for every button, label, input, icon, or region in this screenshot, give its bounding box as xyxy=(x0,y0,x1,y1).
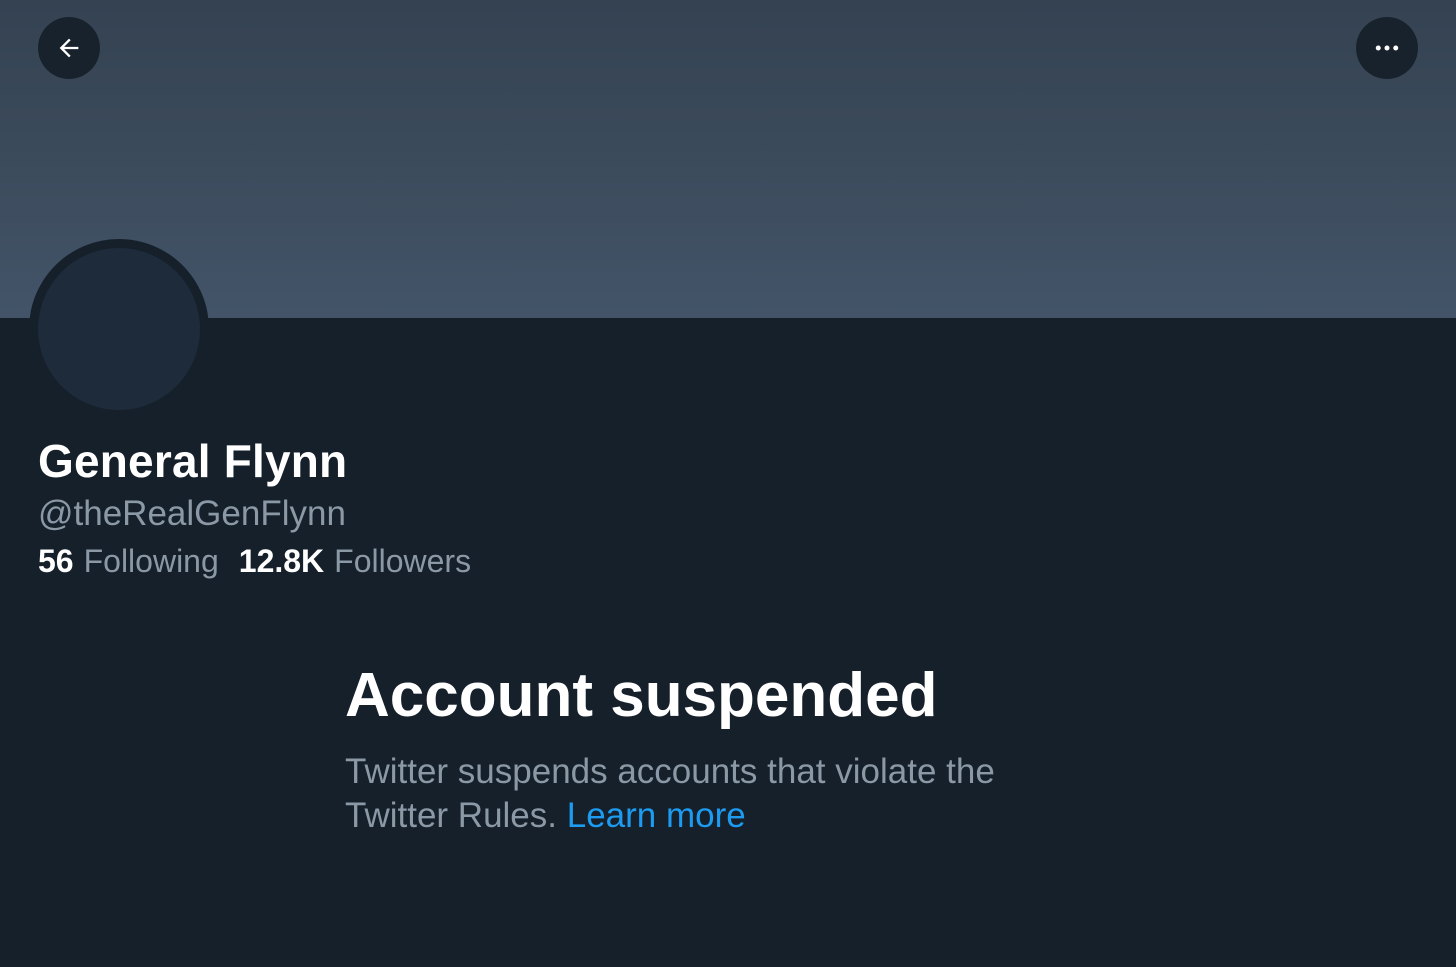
suspension-title: Account suspended xyxy=(345,661,938,730)
profile-page: General Flynn @theRealGenFlynn 56 Follow… xyxy=(0,0,1456,967)
suspension-message-block: Twitter suspends accounts that violate t… xyxy=(345,750,1055,838)
following-label: Following xyxy=(83,543,219,579)
avatar xyxy=(38,248,200,410)
display-name: General Flynn xyxy=(38,435,348,487)
followers-count: 12.8K xyxy=(238,543,325,579)
more-options-button[interactable] xyxy=(1356,17,1418,79)
following-count: 56 xyxy=(38,543,74,579)
learn-more-link[interactable]: Learn more xyxy=(567,796,746,835)
back-button[interactable] xyxy=(38,17,100,79)
profile-banner xyxy=(0,0,1456,318)
user-handle: @theRealGenFlynn xyxy=(38,494,346,533)
following-link[interactable]: 56 Following xyxy=(38,543,219,580)
follow-stats: 56 Following 12.8K Followers xyxy=(38,543,471,580)
followers-label: Followers xyxy=(334,543,472,579)
more-horizontal-icon xyxy=(1375,45,1399,51)
suspension-notice: Account suspended Twitter suspends accou… xyxy=(345,660,1065,838)
followers-link[interactable]: 12.8K Followers xyxy=(239,543,471,580)
arrow-left-icon xyxy=(59,38,79,58)
avatar-ring xyxy=(29,239,209,419)
